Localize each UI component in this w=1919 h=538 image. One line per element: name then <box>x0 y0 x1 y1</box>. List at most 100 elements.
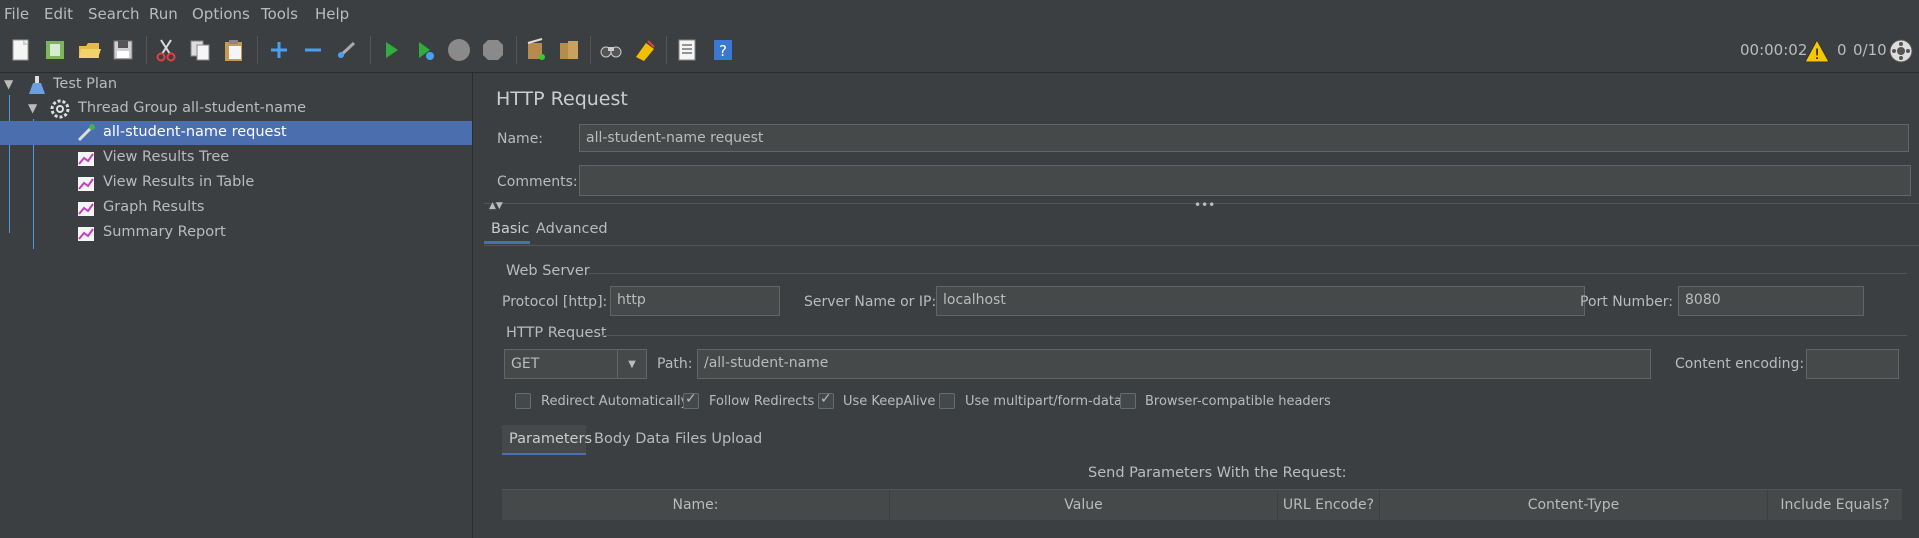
column-header-value[interactable]: Value <box>890 490 1278 520</box>
tree-item-view-results-table[interactable]: View Results in Table <box>0 171 472 195</box>
menu-options[interactable]: Options <box>192 5 250 23</box>
start-icon[interactable] <box>376 35 406 65</box>
tree-item-view-results-tree[interactable]: View Results Tree <box>0 146 472 170</box>
warning-icon[interactable]: ! <box>1802 36 1832 66</box>
checkbox-label: Browser-compatible headers <box>1145 394 1331 409</box>
clear-icon[interactable] <box>520 35 550 65</box>
toolbar-separator <box>666 36 667 64</box>
collapse-icon[interactable] <box>298 35 328 65</box>
tree-item-thread-group[interactable]: ▼ Thread Group all-student-name <box>0 97 472 121</box>
checkbox-label: Use multipart/form-data <box>965 394 1122 409</box>
column-header-content-type[interactable]: Content-Type <box>1380 490 1768 520</box>
web-server-section-title: Web Server <box>506 263 590 279</box>
menu-file[interactable]: File <box>4 5 29 23</box>
thread-count: 0/10 <box>1853 41 1887 59</box>
toolbar-separator <box>516 36 517 64</box>
tab-advanced[interactable]: Advanced <box>536 221 608 237</box>
params-table-header: Name: Value URL Encode? Content-Type Inc… <box>502 489 1902 520</box>
chart-icon <box>76 148 96 168</box>
cut-icon[interactable] <box>151 35 181 65</box>
search-icon[interactable] <box>596 35 626 65</box>
toolbar: ? 00:00:02 ! 0 0/10 <box>0 28 1919 73</box>
stop-icon[interactable] <box>444 35 474 65</box>
remote-hosts-icon[interactable] <box>1886 36 1916 66</box>
chevron-down-icon[interactable]: ▼ <box>617 350 646 378</box>
save-icon[interactable] <box>108 35 138 65</box>
server-field[interactable]: localhost <box>936 286 1585 316</box>
paste-icon[interactable] <box>219 35 249 65</box>
copy-icon[interactable] <box>185 35 215 65</box>
expand-icon[interactable] <box>264 35 294 65</box>
section-divider <box>600 335 1907 336</box>
tree-item-label: Graph Results <box>103 199 205 215</box>
port-field[interactable]: 8080 <box>1678 286 1864 316</box>
clear-all-icon[interactable] <box>554 35 584 65</box>
tree-item-graph-results[interactable]: Graph Results <box>0 196 472 220</box>
server-label: Server Name or IP: <box>804 294 937 310</box>
tab-basic[interactable]: Basic <box>491 221 529 237</box>
chart-icon <box>76 198 96 218</box>
test-plan-tree: ▼ Test Plan ▼ Thread Group all-student-n… <box>0 73 473 538</box>
shutdown-icon[interactable] <box>478 35 508 65</box>
tab-files-upload[interactable]: Files Upload <box>675 431 762 447</box>
params-caption: Send Parameters With the Request: <box>1088 465 1347 481</box>
tree-item-test-plan[interactable]: ▼ Test Plan <box>0 73 472 97</box>
redirect-automatically-checkbox[interactable] <box>515 393 531 409</box>
tree-item-label: Test Plan <box>53 76 118 92</box>
menu-tools[interactable]: Tools <box>261 5 298 23</box>
checkbox-label: Redirect Automatically <box>541 394 689 409</box>
svg-text:?: ? <box>719 42 727 60</box>
svg-text:!: ! <box>1814 47 1820 63</box>
chevron-down-icon[interactable]: ▼ <box>4 77 13 91</box>
column-header-name[interactable]: Name: <box>502 490 890 520</box>
encoding-label: Content encoding: <box>1675 356 1805 372</box>
tree-item-label: all-student-name request <box>103 124 287 140</box>
path-label: Path: <box>657 356 693 372</box>
menu-help[interactable]: Help <box>315 5 349 23</box>
method-value: GET <box>511 356 540 372</box>
section-divider <box>589 273 1907 274</box>
open-icon[interactable] <box>74 35 104 65</box>
function-helper-icon[interactable] <box>672 35 702 65</box>
method-select[interactable]: GET ▼ <box>504 349 647 379</box>
menu-edit[interactable]: Edit <box>44 5 73 23</box>
protocol-field[interactable]: http <box>610 286 780 316</box>
toolbar-separator <box>590 36 591 64</box>
column-header-url-encode[interactable]: URL Encode? <box>1278 490 1380 520</box>
toggle-icon[interactable] <box>332 35 362 65</box>
follow-redirects-checkbox[interactable] <box>683 391 699 409</box>
use-keepalive-checkbox[interactable] <box>818 391 834 409</box>
start-no-pauses-icon[interactable] <box>410 35 440 65</box>
http-request-panel: HTTP Request Name: all-student-name requ… <box>484 73 1919 538</box>
menu-run[interactable]: Run <box>149 5 178 23</box>
tree-item-http-request[interactable]: all-student-name request <box>0 121 472 145</box>
tab-parameters[interactable]: Parameters <box>509 431 592 447</box>
column-header-include-equals[interactable]: Include Equals? <box>1768 490 1902 520</box>
tab-basic-underline <box>484 241 530 244</box>
tree-item-label: Thread Group all-student-name <box>78 100 307 116</box>
menu-bar: File Edit Search Run Options Tools Help <box>0 0 1919 29</box>
chevron-down-icon[interactable]: ▼ <box>28 101 37 115</box>
new-icon[interactable] <box>6 35 36 65</box>
pipette-icon <box>76 123 96 143</box>
name-field[interactable]: all-student-name request <box>579 124 1909 152</box>
browser-compatible-headers-checkbox[interactable] <box>1120 393 1136 409</box>
tab-body-data[interactable]: Body Data <box>594 431 670 447</box>
encoding-field[interactable] <box>1806 349 1899 379</box>
help-icon[interactable]: ? <box>708 35 738 65</box>
port-label: Port Number: <box>1580 294 1673 310</box>
comments-field[interactable] <box>579 165 1911 196</box>
elapsed-time: 00:00:02 <box>1740 41 1808 59</box>
tree-item-summary-report[interactable]: Summary Report <box>0 221 472 245</box>
chart-icon <box>76 223 96 243</box>
templates-icon[interactable] <box>40 35 70 65</box>
splitter-grip-icon[interactable]: ••• <box>1194 198 1215 212</box>
splitter-arrows-icon[interactable]: ▲▼ <box>489 201 503 211</box>
use-multipart-checkbox[interactable] <box>939 393 955 409</box>
splitter[interactable]: ▲▼ ••• <box>484 198 1919 214</box>
menu-search[interactable]: Search <box>88 5 140 23</box>
tree-item-label: Summary Report <box>103 224 226 240</box>
gear-icon <box>50 99 70 119</box>
reset-search-icon[interactable] <box>630 35 660 65</box>
path-field[interactable]: /all-student-name <box>697 349 1651 379</box>
